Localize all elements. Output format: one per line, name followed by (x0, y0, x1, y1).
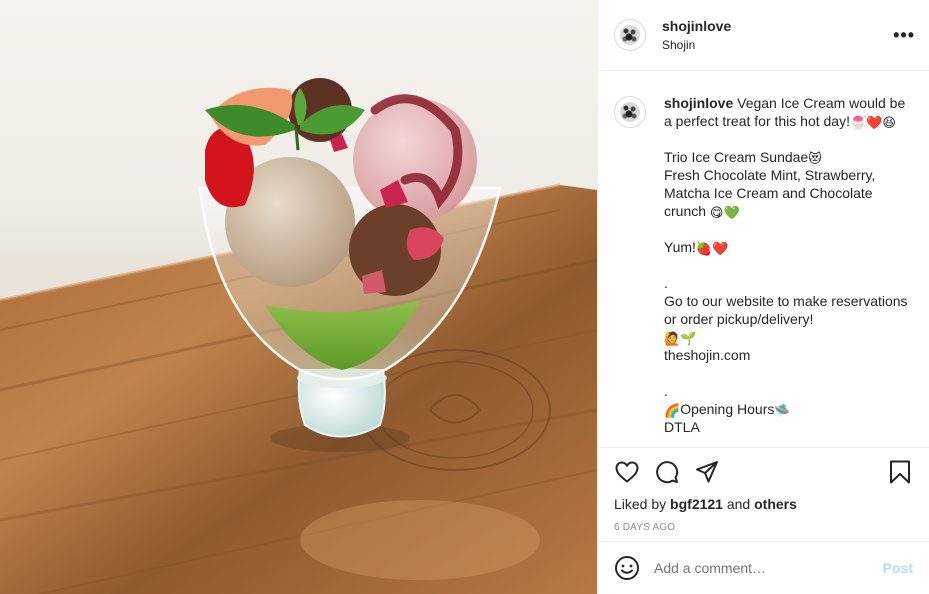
ice-cream-heart-laugh-icon: 🍧❤️😆 (850, 115, 896, 130)
caption-text-3: Fresh Chocolate Mint, Strawberry, Matcha… (664, 167, 876, 219)
post-comment-button[interactable]: Post (883, 560, 913, 576)
post-photo[interactable] (0, 0, 597, 594)
caption-blank (664, 256, 913, 274)
heart-eyes-cat-icon: 😻 (808, 151, 822, 166)
comments-area[interactable]: shojinlove Vegan Ice Cream would be a pe… (598, 72, 929, 447)
caption-text-2: Trio Ice Cream Sundae (664, 149, 809, 165)
caption-line: Trio Ice Cream Sundae😻 (664, 148, 913, 166)
profile-avatar[interactable] (614, 19, 646, 51)
heart-icon[interactable] (614, 459, 640, 485)
caption-blank (664, 364, 913, 382)
likes-summary: Liked by bgf2121 and others (614, 496, 913, 512)
action-icons-row (614, 448, 913, 496)
bookmark-icon[interactable] (887, 459, 913, 485)
liked-by-and: and (726, 496, 751, 512)
header-location[interactable]: Shojin (662, 38, 731, 52)
rainbow-icon: 🌈 (664, 403, 681, 418)
instagram-post-modal: shojinlove Shojin ••• shojinlove Vegan I… (0, 0, 929, 594)
header-username[interactable]: shojinlove (662, 18, 731, 34)
caption-line: 🌈Opening Hours🛸 (664, 400, 913, 418)
caption-line: Go to our website to make reservations o… (664, 292, 913, 346)
liked-by-user[interactable]: bgf2121 (670, 496, 723, 512)
caption-text-5: Yum! (664, 239, 696, 255)
caption-line: Yum!🍓❤️ (664, 238, 913, 256)
caption-avatar[interactable] (614, 96, 646, 128)
caption-text: shojinlove Vegan Ice Cream would be a pe… (664, 94, 913, 436)
raising-hand-seedling-icon: 🙋🌱 (664, 331, 697, 346)
caption-line: DTLA (664, 419, 700, 435)
post-actions: Liked by bgf2121 and others 6 DAYS AGO (598, 447, 929, 533)
ufo-icon: 🛸 (774, 403, 791, 418)
smiley-icon[interactable] (614, 555, 640, 581)
post-side-panel: shojinlove Shojin ••• shojinlove Vegan I… (597, 0, 929, 594)
post-header: shojinlove Shojin ••• (598, 0, 929, 71)
yum-green-heart-icon: 😋💚 (709, 205, 740, 220)
caption-row: shojinlove Vegan Ice Cream would be a pe… (614, 94, 913, 436)
post-timestamp[interactable]: 6 DAYS AGO (614, 522, 913, 533)
add-comment-bar: Post (598, 541, 929, 594)
caption-username[interactable]: shojinlove (664, 95, 733, 111)
comment-icon[interactable] (654, 459, 680, 485)
caption-website: theshojin.com (664, 347, 751, 363)
caption-line: shojinlove Vegan Ice Cream would be a pe… (664, 94, 913, 130)
caption-blank (664, 130, 913, 148)
caption-line: Fresh Chocolate Mint, Strawberry, Matcha… (664, 166, 913, 220)
comment-input[interactable] (654, 560, 883, 576)
caption-dot: . (664, 275, 668, 291)
liked-by-prefix: Liked by (614, 496, 667, 512)
liked-by-others[interactable]: others (754, 496, 797, 512)
caption-blank (664, 220, 913, 238)
caption-text-8: Go to our website to make reservations o… (664, 293, 908, 327)
more-options-icon[interactable]: ••• (893, 25, 915, 46)
ice-cream-sundae-image (0, 78, 597, 594)
caption-text-12: Opening Hours (680, 401, 775, 417)
caption-dot: . (664, 383, 668, 399)
header-text: shojinlove Shojin (662, 18, 731, 52)
paper-plane-icon[interactable] (694, 459, 720, 485)
strawberry-heart-icon: 🍓❤️ (695, 241, 729, 256)
